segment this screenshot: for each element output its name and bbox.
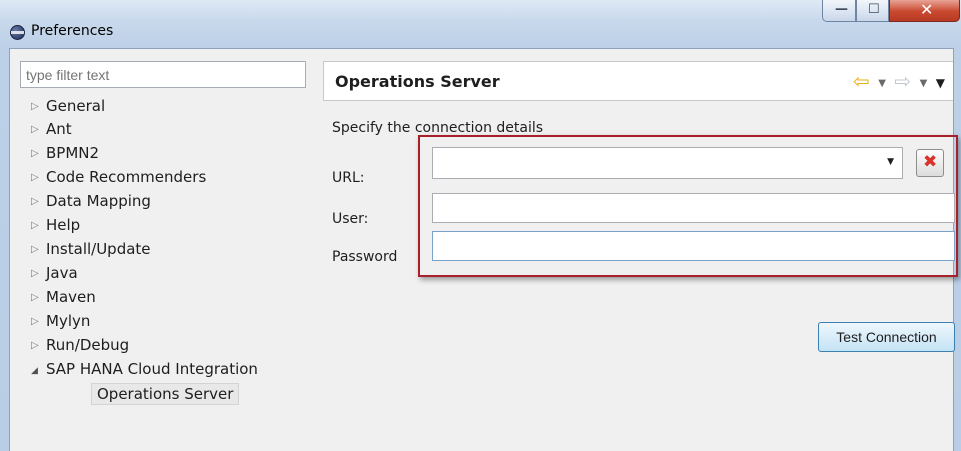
tree-item-label: Java (46, 264, 78, 282)
user-input[interactable] (432, 193, 955, 223)
back-arrow-icon[interactable]: ⇦ (853, 69, 870, 93)
expand-arrow-icon[interactable]: ▷ (31, 101, 39, 112)
expand-arrow-icon[interactable]: ▷ (31, 148, 39, 159)
expand-arrow-icon[interactable]: ▷ (31, 268, 39, 279)
eclipse-icon (10, 25, 25, 40)
tree-item-operations-server[interactable]: Operations Server (20, 383, 320, 410)
password-label: Password (332, 249, 398, 265)
tree-item-ant[interactable]: ▷ Ant (20, 120, 320, 145)
close-button[interactable]: ✕ (889, 0, 960, 22)
tree-item-code-recommenders[interactable]: ▷ Code Recommenders (20, 168, 320, 193)
url-label: URL: (332, 170, 365, 186)
minimize-button[interactable]: — (822, 0, 856, 22)
test-connection-button[interactable]: Test Connection (818, 322, 955, 352)
maximize-button[interactable]: ☐ (856, 0, 889, 22)
tree-item-label-selected: Operations Server (91, 383, 240, 405)
tree-item-label: BPMN2 (46, 144, 100, 162)
user-label: User: (332, 211, 369, 227)
tree-item-label: Run/Debug (46, 336, 130, 354)
title-bar[interactable]: Preferences — ☐ ✕ (0, 0, 961, 48)
tree-item-general[interactable]: ▷ General (20, 97, 320, 122)
expand-arrow-icon[interactable]: ▷ (31, 196, 39, 207)
tree-item-help[interactable]: ▷ Help (20, 216, 320, 241)
tree-item-label: Maven (46, 288, 96, 306)
tree-item-sap-hana-cloud-integration[interactable]: ◢ SAP HANA Cloud Integration (20, 360, 320, 385)
connection-description: Specify the connection details (332, 120, 544, 136)
window-controls: — ☐ ✕ (822, 0, 961, 26)
view-menu-icon[interactable]: ▼ (936, 76, 945, 90)
forward-arrow-icon[interactable]: ⇨ (894, 69, 911, 93)
tree-item-label: General (46, 97, 106, 115)
window-title: Preferences (31, 23, 114, 39)
tree-item-label: Data Mapping (46, 192, 151, 210)
expand-arrow-icon[interactable]: ▷ (31, 172, 39, 183)
page-navigation: ⇦ ▼ ⇨ ▼ ▼ (849, 69, 945, 93)
dropdown-arrow-icon[interactable]: ▼ (887, 157, 894, 167)
tree-item-label: Ant (46, 120, 72, 138)
tree-item-install-update[interactable]: ▷ Install/Update (20, 240, 320, 265)
maximize-icon: ☐ (868, 2, 880, 17)
expand-arrow-icon[interactable]: ▷ (31, 244, 39, 255)
tree-item-data-mapping[interactable]: ▷ Data Mapping (20, 192, 320, 217)
expand-arrow-icon[interactable]: ▷ (31, 220, 39, 231)
filter-input[interactable] (20, 61, 306, 88)
preferences-window: Preferences — ☐ ✕ ▷ General ▷ Ant (0, 0, 961, 451)
tree-item-mylyn[interactable]: ▷ Mylyn (20, 312, 320, 337)
url-combo[interactable]: ▼ (432, 147, 903, 179)
password-input[interactable] (432, 231, 955, 261)
tree-item-label: Help (46, 216, 81, 234)
tree-item-label: Code Recommenders (46, 168, 207, 186)
expand-arrow-icon[interactable]: ▷ (31, 316, 39, 327)
expand-arrow-icon[interactable]: ▷ (31, 292, 39, 303)
expand-arrow-icon[interactable]: ▷ (31, 340, 39, 351)
page-header: Operations Server ⇦ ▼ ⇨ ▼ ▼ (323, 61, 953, 101)
forward-dropdown-icon[interactable]: ▼ (920, 78, 928, 89)
tree-item-bpmn2[interactable]: ▷ BPMN2 (20, 144, 320, 169)
expand-arrow-icon[interactable]: ▷ (31, 124, 39, 135)
tree-item-label: Mylyn (46, 312, 91, 330)
close-icon: ✕ (920, 0, 934, 19)
tree-item-maven[interactable]: ▷ Maven (20, 288, 320, 313)
tree-item-label: SAP HANA Cloud Integration (46, 360, 258, 378)
back-dropdown-icon[interactable]: ▼ (878, 78, 886, 89)
page-title: Operations Server (335, 72, 500, 91)
tree-item-label: Install/Update (46, 240, 151, 258)
collapse-arrow-icon[interactable]: ◢ (31, 366, 38, 376)
clear-url-button[interactable]: ✖ (916, 149, 944, 177)
tree-item-run-debug[interactable]: ▷ Run/Debug (20, 336, 320, 361)
minimize-icon: — (835, 2, 848, 17)
red-x-icon: ✖ (923, 152, 938, 172)
tree-item-java[interactable]: ▷ Java (20, 264, 320, 289)
